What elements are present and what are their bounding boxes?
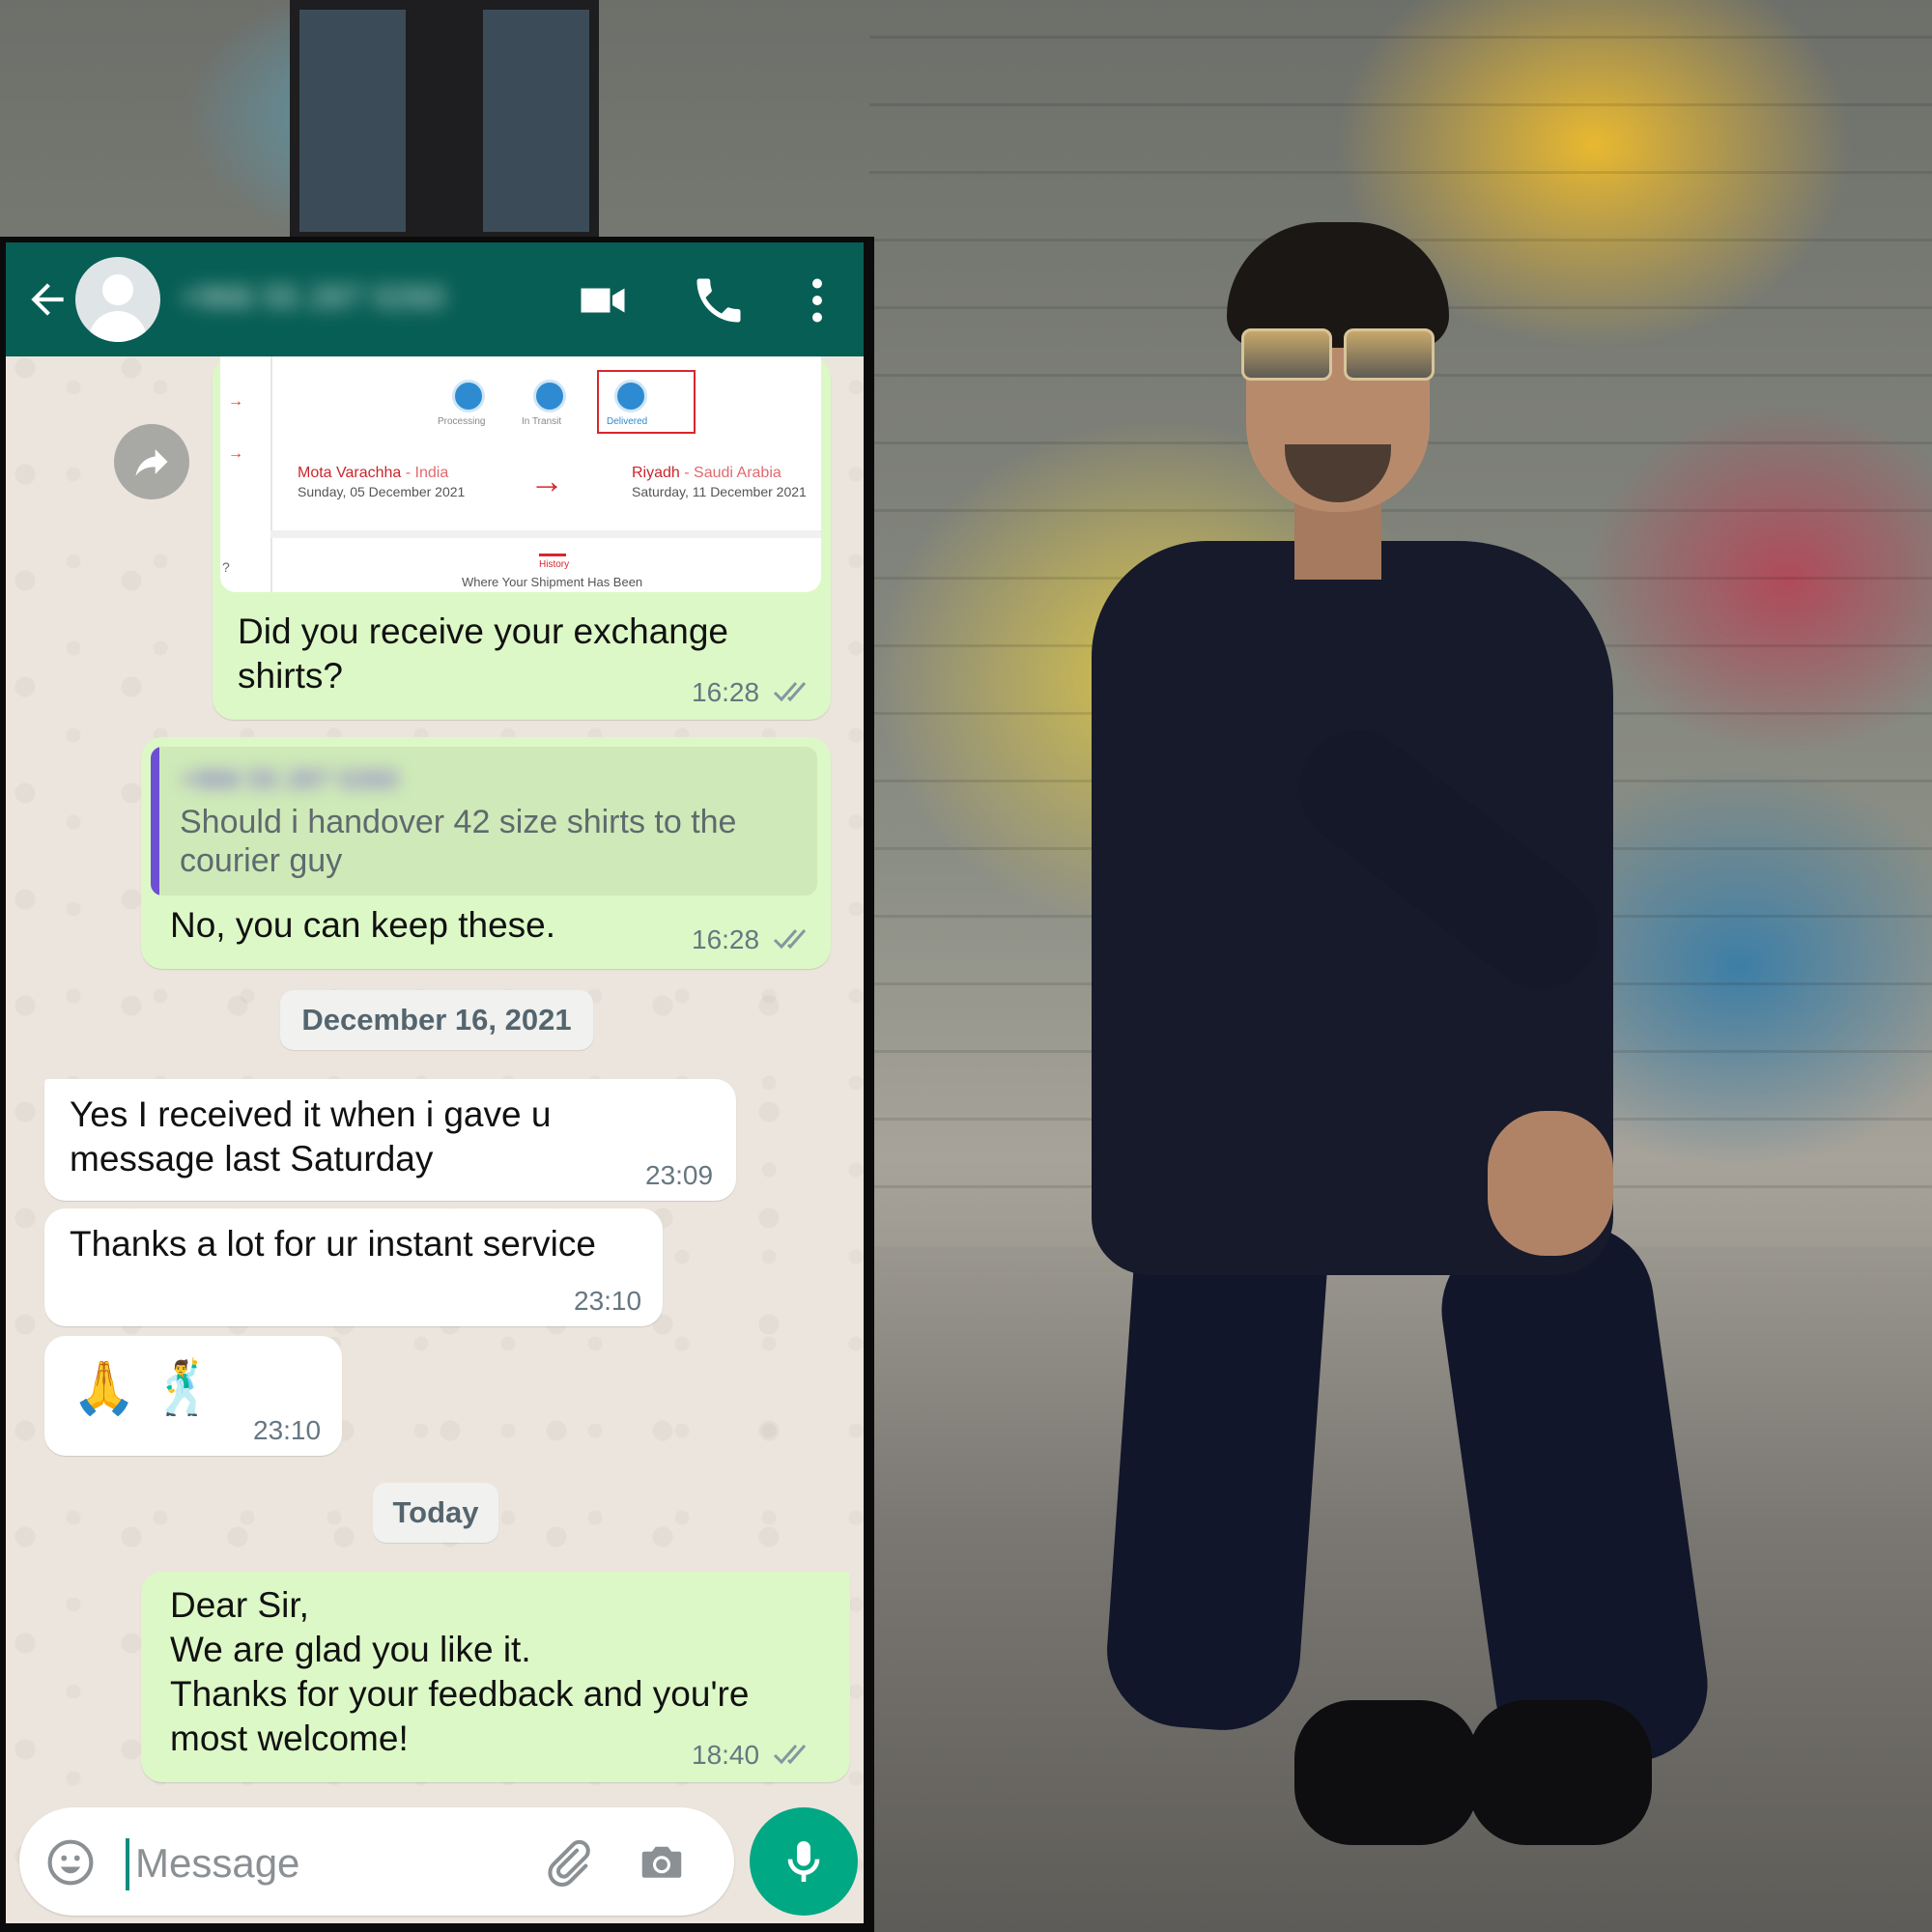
history-label: History [539, 559, 570, 570]
emoji-message: 🙏 🕺 [71, 1359, 216, 1417]
text-cursor [126, 1838, 129, 1890]
person-leg [1432, 1214, 1718, 1780]
attach-icon[interactable] [541, 1836, 593, 1889]
person-photo [1063, 222, 1787, 1884]
step-label: Processing [438, 416, 486, 427]
dest-city: Riyadh [632, 465, 680, 481]
voice-call-icon[interactable] [690, 271, 748, 329]
dest-country: - Saudi Arabia [684, 465, 781, 481]
mic-icon [787, 1841, 820, 1882]
sidebar-arrow: → [228, 393, 243, 410]
dest-date: Saturday, 11 December 2021 [632, 484, 807, 499]
chat-screenshot: +966 55 287 0260 → → ? Processing In Tra… [0, 237, 874, 1932]
message-composer [19, 1807, 734, 1916]
side-mark: ? [222, 559, 230, 575]
check-icon [452, 380, 485, 412]
history-underline [539, 554, 566, 556]
window-pane [299, 10, 406, 232]
mic-button[interactable] [750, 1807, 858, 1916]
message-input[interactable] [133, 1836, 504, 1890]
message-text: No, you can keep these. [170, 905, 556, 945]
read-ticks-icon [773, 682, 807, 702]
forward-button[interactable] [114, 424, 189, 499]
tracker-sidebar: → → ? [220, 356, 272, 592]
camera-icon[interactable] [636, 1836, 688, 1889]
message-time: 23:09 [645, 1160, 714, 1190]
chat-header: +966 55 287 0260 [6, 242, 864, 356]
shipment-tracking-image[interactable]: → → ? Processing In Transit Delivered Mo… [220, 356, 821, 592]
read-ticks-icon [773, 1745, 807, 1765]
message-text: Dear Sir, We are glad you like it. Thank… [170, 1585, 750, 1758]
forward-icon [135, 449, 168, 476]
message-text: Thanks a lot for ur instant service [70, 1224, 596, 1264]
message-bubble-incoming[interactable]: Yes I received it when i gave u message … [44, 1079, 736, 1201]
message-time: 23:10 [574, 1286, 642, 1316]
back-arrow-icon[interactable] [23, 275, 71, 324]
window-pane [483, 10, 589, 232]
chat-screen: +966 55 287 0260 → → ? Processing In Tra… [6, 242, 864, 1923]
message-bubble-outgoing[interactable]: +966 55 287 0260 Should i handover 42 si… [141, 737, 831, 969]
message-text: Yes I received it when i gave u message … [70, 1094, 552, 1179]
route-arrow-icon: → [529, 461, 564, 500]
message-bubble-outgoing[interactable]: Dear Sir, We are glad you like it. Thank… [141, 1572, 850, 1782]
check-icon [533, 380, 566, 412]
history-sub: Where Your Shipment Has Been [462, 575, 643, 589]
message-bubble-incoming[interactable]: 🙏 🕺 23:10 [44, 1336, 342, 1456]
message-bubble-outgoing[interactable]: → → ? Processing In Transit Delivered Mo… [213, 356, 831, 720]
quote-author: +966 55 287 0260 [180, 764, 399, 794]
step-label: Delivered [607, 416, 648, 427]
sidebar-arrow: → [228, 445, 243, 462]
emoji-icon[interactable] [44, 1836, 97, 1889]
person-hands [1488, 1111, 1613, 1256]
origin-date: Sunday, 05 December 2021 [298, 484, 466, 499]
window-frame [290, 0, 599, 242]
person-shoe [1294, 1700, 1478, 1845]
origin: Mota Varachha - India [298, 465, 448, 482]
message-bubble-incoming[interactable]: Thanks a lot for ur instant service 23:1… [44, 1208, 663, 1326]
read-ticks-icon [773, 929, 807, 950]
video-call-icon[interactable] [574, 271, 632, 329]
sunglasses [1241, 328, 1435, 381]
destination: Riyadh - Saudi Arabia [632, 465, 781, 482]
quote-bar [151, 747, 159, 895]
message-time: 18:40 [692, 1740, 760, 1770]
more-options-icon[interactable] [788, 271, 846, 329]
contact-name[interactable]: +966 55 287 0260 [180, 279, 537, 318]
origin-country: - India [405, 465, 449, 481]
divider [270, 530, 821, 538]
origin-city: Mota Varachha [298, 465, 402, 481]
message-time: 16:28 [692, 677, 760, 707]
message-time: 16:28 [692, 924, 760, 954]
message-time: 23:10 [253, 1415, 322, 1445]
date-separator: Today [373, 1483, 498, 1543]
step-label: In Transit [522, 416, 562, 427]
quoted-message[interactable]: +966 55 287 0260 Should i handover 42 si… [151, 747, 817, 895]
quote-text: Should i handover 42 size shirts to the … [180, 804, 737, 879]
date-separator: December 16, 2021 [280, 990, 593, 1050]
person-shoe [1468, 1700, 1652, 1845]
avatar[interactable] [75, 257, 160, 342]
